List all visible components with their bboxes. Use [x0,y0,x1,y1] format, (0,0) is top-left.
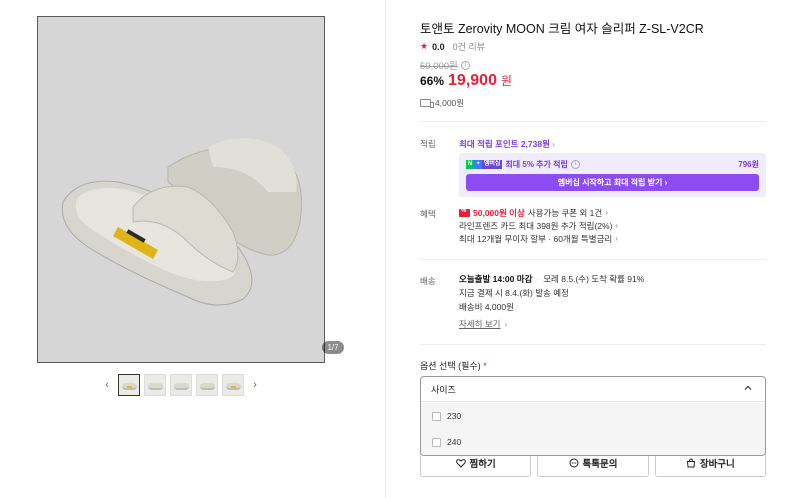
coupon-benefit[interactable]: 50,000원 이상 사용가능 쿠폰 외 1건 › [459,206,618,219]
membership-amount: 796원 [738,160,759,169]
chevron-up-icon [744,385,752,390]
divider [420,344,766,345]
discount-rate: 66% [420,74,445,88]
cart-icon [686,458,695,468]
delivery-fee: 배송비 4,000원 [459,302,514,312]
rating-row[interactable]: ★ 0.0 0건 리뷰 [420,40,485,53]
chevron-right-icon: › [504,319,508,329]
rating-score: 0.0 [432,41,445,52]
truck-icon [420,99,434,108]
chevron-right-icon: › [615,221,619,230]
max-points: 최대 적립 포인트 2,738원 [459,139,550,149]
info-icon[interactable]: i [460,60,470,70]
chevron-right-icon: › [552,140,555,149]
product-title: 토앤토 Zerovity MOON 크림 여자 슬리퍼 Z-SL-V2CR [420,22,704,36]
option-item-240[interactable]: 240 [421,429,765,455]
heart-icon [455,459,466,468]
delivery-details-link[interactable]: 자세히 보기 [459,318,500,330]
chevron-right-icon: › [605,208,608,217]
membership-box: N + 멤버십 최대 5% 추가 적립 i 796원 멤버십 시작하고 최대 적립 … [459,153,766,197]
info-icon[interactable]: i [570,160,580,169]
card-benefit[interactable]: 라인프렌즈 카드 최대 398원 추가 적립(2%) › [459,219,618,232]
delivery-label: 배송 [420,276,436,286]
option-list: 230 240 [421,403,765,455]
thumbnail-2[interactable] [144,374,166,396]
thumbnail-5[interactable] [222,374,244,396]
divider [420,259,766,260]
checkbox[interactable] [432,411,441,421]
option-label: 옵션 선택 (필수) * [420,361,487,371]
installment-benefit[interactable]: 최대 12개월 무이자 할부 · 60개월 특별금리 › [459,232,618,245]
sale-price-unit: 원 [500,74,513,88]
thumbnail-1[interactable] [118,374,140,396]
delivery-deadline: 오늘출발 14:00 마감 [459,274,533,284]
delivery-info: 오늘출발 14:00 마감 · 모레 8.5.(수) 도착 확률 91% 지금 … [459,274,645,330]
price-row: 66% 19,900 원 [420,72,512,90]
thumbnail-strip: ‹ › [100,374,262,396]
benefits-list: 50,000원 이상 사용가능 쿠폰 외 1건 › 라인프렌즈 카드 최대 39… [459,206,618,245]
thumbnail-3[interactable] [170,374,192,396]
thumbnail-4[interactable] [196,374,218,396]
divider [420,121,766,122]
option-item-230[interactable]: 230 [421,403,765,429]
membership-extra-points: 최대 5% 추가 적립 [505,160,568,169]
thumb-next-arrow-icon[interactable]: › [248,374,262,396]
points-link[interactable]: 최대 적립 포인트 2,738원 › [459,138,555,150]
star-icon: ★ [420,41,429,51]
chat-icon [569,458,578,468]
main-product-image[interactable] [37,16,325,363]
original-price-row: 59,000원 i [420,58,470,72]
option-select-value: 사이즈 [431,384,456,395]
benefits-label: 혜택 [420,209,436,219]
thumb-prev-arrow-icon[interactable]: ‹ [100,374,114,396]
points-label: 적립 [420,139,436,149]
option-select-dropdown[interactable]: 사이즈 230 240 [420,376,766,456]
sale-price: 19,900 [448,72,497,89]
shipping-fee-row: 4,000원 [420,97,464,109]
delivery-dispatch: 지금 결제 시 8.4.(화) 발송 예정 [459,288,569,298]
delivery-arrival: 모레 8.5.(수) 도착 확률 91% [543,274,645,284]
chevron-right-icon: › [615,234,618,243]
membership-start-button[interactable]: 멤버십 시작하고 최대 적립 받기 › [466,174,759,191]
review-count[interactable]: 0건 리뷰 [453,40,485,53]
product-gallery: 1/7 ‹ › [0,0,386,498]
image-counter: 1/7 [322,341,344,354]
naver-plus-badge-icon: N + 멤버십 [466,160,503,169]
shipping-fee: 4,000원 [435,98,465,108]
coupon-icon [459,208,470,217]
slipper-image [61,138,302,306]
original-price: 59,000원 [420,61,458,72]
checkbox[interactable] [432,437,441,447]
option-select-head[interactable]: 사이즈 [421,377,765,402]
